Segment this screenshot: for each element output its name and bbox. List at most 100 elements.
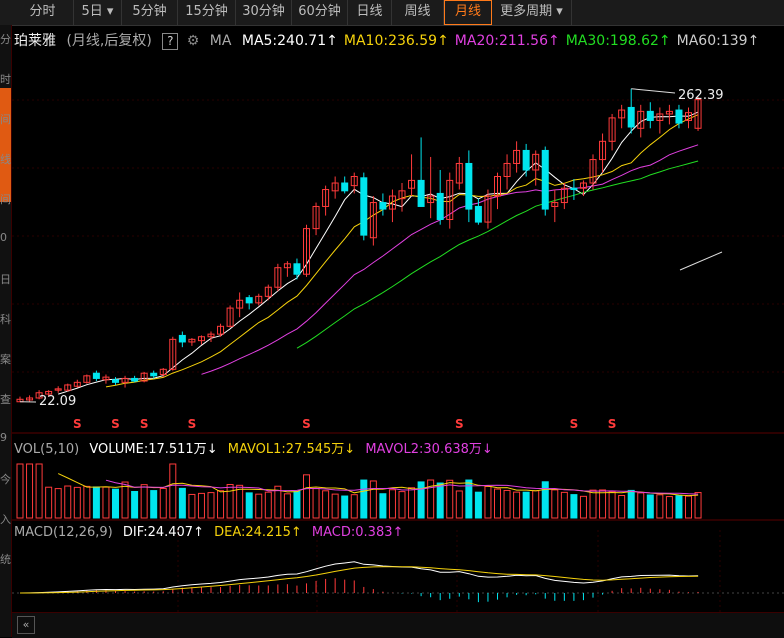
volume-bar: [218, 491, 224, 518]
candle-body: [179, 335, 185, 342]
volume-bar: [160, 488, 166, 518]
volume-bar: [657, 495, 663, 518]
volume-bar: [609, 491, 615, 518]
volume-bar: [332, 494, 338, 518]
dif-line: [20, 562, 698, 593]
volume-bar: [170, 464, 176, 518]
volume-bar: [65, 486, 71, 518]
candle-body: [294, 264, 300, 274]
volume-bar: [628, 490, 634, 518]
volume-bar: [380, 494, 386, 518]
candle-body: [132, 378, 138, 381]
volume-bar: [552, 490, 558, 518]
double-left-arrow-icon[interactable]: «: [17, 616, 35, 634]
volume-bar: [647, 495, 653, 518]
volume-bar: [447, 480, 453, 518]
volume-bar: [361, 480, 367, 518]
volume-bar: [600, 490, 606, 518]
volume-bar: [103, 487, 109, 518]
volume-bar: [122, 482, 128, 518]
signal-mark: S: [188, 417, 197, 431]
volume-bar: [246, 493, 252, 518]
signal-mark: S: [608, 417, 617, 431]
candle-body: [380, 203, 386, 210]
candle-body: [151, 373, 157, 376]
volume-bar: [619, 496, 625, 519]
candle-body: [361, 178, 367, 235]
volume-bar: [409, 488, 415, 518]
volume-bar: [351, 495, 357, 518]
volume-bar: [55, 489, 61, 518]
volume-bar: [141, 485, 147, 518]
volume-bar: [542, 482, 548, 518]
volume-bar: [84, 486, 90, 518]
candle-body: [628, 107, 634, 127]
time-axis: «: [12, 612, 784, 638]
volume-bar: [36, 464, 42, 518]
volume-bar: [533, 491, 539, 518]
signal-mark: S: [111, 417, 120, 431]
volume-bar: [198, 493, 204, 518]
high-pointer: [631, 89, 675, 93]
volume-bar: [27, 464, 33, 518]
ma10-line: [106, 115, 698, 387]
volume-bar: [227, 485, 233, 519]
volume-bar: [418, 482, 424, 518]
volume-bar: [265, 492, 271, 518]
volume-bar: [342, 496, 348, 518]
volume-bar: [456, 491, 462, 518]
volume-bar: [74, 487, 80, 518]
volume-bar: [495, 489, 501, 518]
volume-bar: [523, 492, 529, 518]
volume-bar: [686, 496, 692, 518]
volume-bar: [399, 492, 405, 518]
volume-bar: [514, 492, 520, 518]
candle-body: [523, 150, 529, 170]
candle-body: [542, 150, 548, 209]
volume-bar: [676, 496, 682, 518]
volume-bar: [571, 495, 577, 518]
candle-body: [676, 110, 682, 123]
signal-mark: S: [455, 417, 464, 431]
volume-bar: [113, 489, 119, 518]
signal-mark: S: [570, 417, 579, 431]
volume-bar: [389, 490, 395, 518]
ma60-line: [680, 252, 722, 270]
volume-bar: [284, 494, 290, 518]
candle-body: [437, 193, 443, 219]
candle-body: [647, 111, 653, 120]
candle-body: [113, 380, 119, 383]
volume-bar: [504, 490, 510, 518]
volume-bar: [313, 489, 319, 518]
volume-bar: [132, 492, 138, 519]
signal-mark: S: [73, 417, 82, 431]
volume-bar: [93, 487, 99, 518]
volume-bar: [294, 492, 300, 519]
high-price-label: 262.39: [678, 88, 724, 103]
volume-bar: [485, 487, 491, 519]
volume-bar: [304, 475, 310, 518]
volume-bar: [437, 483, 443, 518]
candle-body: [93, 373, 99, 378]
candle-body: [418, 180, 424, 206]
volume-bar: [179, 488, 185, 518]
low-price-label: 22.09: [39, 394, 76, 409]
signal-mark: S: [140, 417, 149, 431]
volume-bar: [590, 490, 596, 518]
signal-mark: S: [302, 417, 311, 431]
candle-body: [342, 183, 348, 191]
volume-bar: [189, 494, 195, 518]
volume-bar: [580, 496, 586, 518]
volume-bar: [208, 493, 214, 518]
volume-bar: [370, 481, 376, 518]
volume-bar: [475, 492, 481, 518]
stock-chart[interactable]: 262.3922.09SSSSSSSS201820192020202120222…: [0, 0, 784, 637]
volume-bar: [256, 494, 262, 518]
volume-bar: [323, 491, 329, 518]
volume-bar: [46, 487, 52, 518]
candle-body: [466, 163, 472, 209]
volume-bar: [151, 491, 157, 518]
volume-bar: [666, 497, 672, 518]
candle-body: [571, 188, 577, 189]
volume-bar: [17, 464, 23, 518]
